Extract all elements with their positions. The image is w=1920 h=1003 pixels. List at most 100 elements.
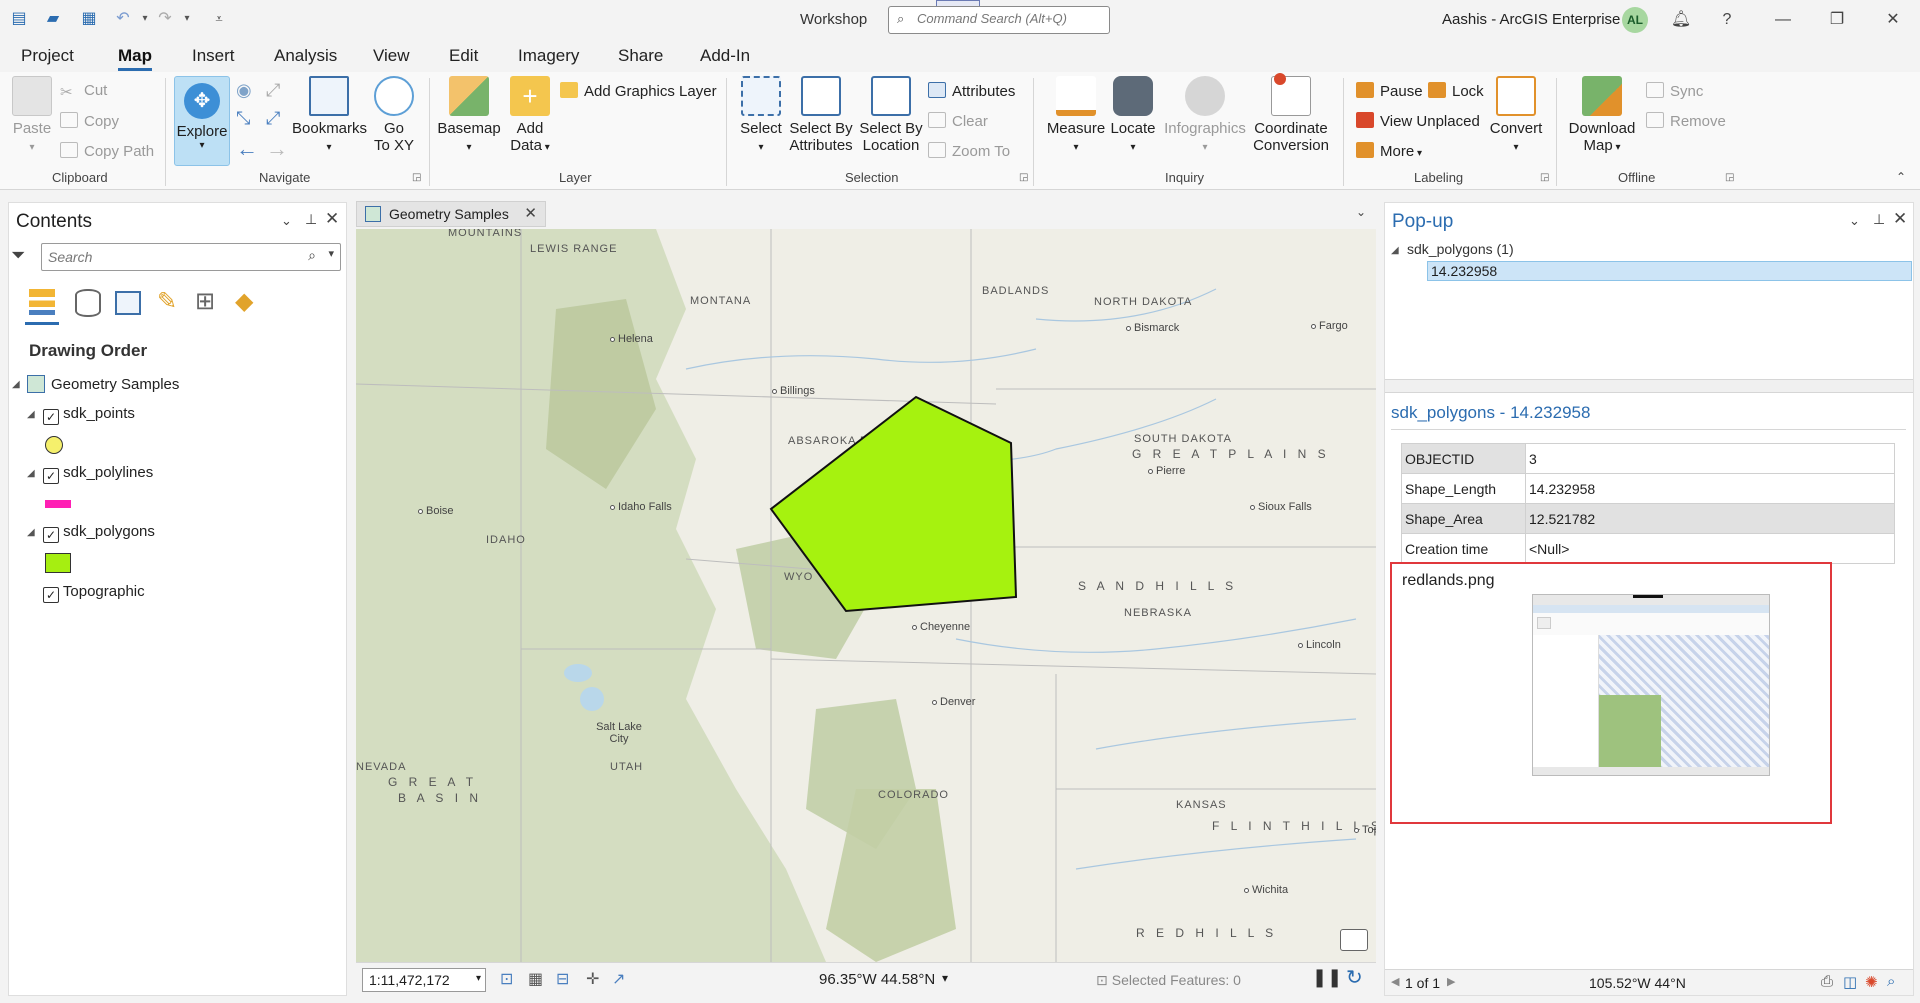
expand-map-icon[interactable]: ◢	[12, 379, 20, 390]
tab-project[interactable]: Project	[21, 46, 74, 66]
close-pane-icon[interactable]: ✕	[1893, 209, 1907, 229]
north-arrow-icon[interactable]: ↗	[612, 969, 625, 989]
add-data-button[interactable]: + Add Data ▾	[506, 76, 554, 156]
next-feature-icon[interactable]: ▶	[1447, 975, 1455, 988]
sync-button[interactable]: Sync	[1646, 82, 1703, 100]
undo-dropdown-icon[interactable]: ▾	[134, 8, 156, 30]
convert-button[interactable]: Convert ▾	[1488, 76, 1544, 156]
zoom-in-fixed-icon[interactable]: ⤡	[236, 108, 250, 129]
select-button[interactable]: Select ▾	[738, 76, 784, 156]
refresh-icon[interactable]: ↻	[1346, 965, 1363, 990]
list-by-source-icon[interactable]	[75, 289, 101, 317]
contents-search-input[interactable]: Search ⌕ ▾	[41, 243, 341, 271]
previous-feature-icon[interactable]: ◀	[1391, 975, 1399, 988]
view-unplaced-button[interactable]: View Unplaced	[1356, 112, 1480, 130]
polygons-symbol-icon[interactable]	[45, 553, 71, 573]
close-pane-icon[interactable]: ✕	[325, 209, 339, 229]
redo-dropdown-icon[interactable]: ▾	[176, 8, 198, 30]
explore-button[interactable]: ✥ Explore ▾	[174, 76, 230, 166]
bookmarks-button[interactable]: Bookmarks ▾	[292, 76, 367, 156]
list-by-editing-icon[interactable]: ✎	[157, 287, 177, 316]
tab-insert[interactable]: Insert	[192, 46, 235, 66]
map-overlay-icon[interactable]	[1340, 929, 1368, 951]
selection-launcher-icon[interactable]: ◲	[1019, 172, 1028, 183]
notifications-bell-icon[interactable]: 🔔︎	[1666, 8, 1696, 32]
expand-layer-icon[interactable]: ◢	[1391, 245, 1399, 256]
pause-labels-button[interactable]: Pause	[1356, 82, 1423, 100]
layer-row-sdk-polylines[interactable]: ✓ sdk_polylines	[43, 464, 153, 484]
avatar[interactable]: AL	[1622, 7, 1648, 33]
close-window-icon[interactable]: ✕	[1878, 8, 1908, 32]
coordinate-conversion-button[interactable]: Coordinate Conversion	[1252, 73, 1330, 154]
tab-share[interactable]: Share	[618, 46, 663, 66]
new-project-icon[interactable]: ▤	[8, 8, 30, 30]
zoom-to-selection-button[interactable]: Zoom To	[928, 142, 1010, 160]
points-symbol-icon[interactable]	[45, 436, 63, 454]
popup-feature-node[interactable]: 14.232958	[1427, 261, 1912, 281]
signed-in-user[interactable]: Aashis - ArcGIS Enterprise	[1442, 11, 1620, 28]
layer-row-topographic[interactable]: ✓ Topographic	[43, 583, 145, 603]
more-labeling-button[interactable]: More ▾	[1356, 142, 1422, 160]
help-icon[interactable]: ?	[1712, 8, 1742, 32]
expand-layer-icon[interactable]: ◢	[27, 468, 35, 479]
layer-checkbox[interactable]: ✓	[43, 409, 59, 425]
pane-options-icon[interactable]: ⌄	[281, 213, 292, 229]
layer-checkbox[interactable]: ✓	[43, 587, 59, 603]
command-search-input[interactable]: ⌕ Command Search (Alt+Q)	[888, 6, 1110, 34]
cut-button[interactable]: ✂ Cut	[60, 82, 107, 101]
popup-layer-node[interactable]: sdk_polygons (1)	[1407, 241, 1514, 257]
crosshair-icon[interactable]: ✛	[586, 969, 599, 989]
lock-labels-button[interactable]: Lock	[1428, 82, 1484, 100]
customize-toolbar-icon[interactable]: ⩡	[208, 8, 230, 30]
list-by-drawing-order-tab[interactable]	[25, 285, 59, 325]
layer-row-sdk-points[interactable]: ✓ sdk_points	[43, 405, 135, 425]
save-project-icon[interactable]: ▦	[78, 8, 100, 30]
minimize-icon[interactable]: —	[1768, 8, 1798, 32]
navigate-launcher-icon[interactable]: ◲	[412, 172, 421, 183]
map-scale-dropdown[interactable]: 1:11,472,172 ▾	[362, 968, 486, 992]
map-node[interactable]: Geometry Samples	[27, 375, 179, 393]
list-by-selection-icon[interactable]	[115, 291, 141, 315]
collapse-ribbon-icon[interactable]: ⌃	[1896, 170, 1906, 184]
tab-analysis[interactable]: Analysis	[274, 46, 337, 66]
tab-overflow-icon[interactable]: ⌄	[1356, 205, 1366, 219]
offline-launcher-icon[interactable]: ◲	[1725, 172, 1734, 183]
select-by-attributes-button[interactable]: Select By Attributes	[788, 76, 854, 154]
full-extent-icon[interactable]: ◉	[236, 80, 252, 101]
expand-layer-icon[interactable]: ◢	[27, 409, 35, 420]
zoom-out-fixed-icon[interactable]: ⤢	[266, 108, 280, 129]
undo-icon[interactable]: ↶	[112, 8, 134, 30]
grid-icon[interactable]: ▦	[528, 969, 543, 989]
tab-edit[interactable]: Edit	[449, 46, 478, 66]
fixed-zoom-icon[interactable]: ⤢	[266, 80, 280, 101]
pin-icon[interactable]: ⊥	[1873, 211, 1885, 228]
next-extent-icon[interactable]: →	[266, 136, 288, 162]
tab-view[interactable]: View	[373, 46, 410, 66]
clear-selection-button[interactable]: Clear	[928, 112, 988, 130]
tab-map[interactable]: Map	[118, 46, 152, 71]
open-project-icon[interactable]: ▰	[42, 8, 64, 30]
pan-to-icon[interactable]: ✺	[1865, 973, 1878, 991]
media-thumbnail-image[interactable]	[1532, 594, 1770, 776]
restore-icon[interactable]: ❐	[1822, 8, 1852, 32]
expand-layer-icon[interactable]: ◢	[27, 527, 35, 538]
measure-button[interactable]: Measure ▾	[1044, 76, 1108, 156]
selected-polygon-feature[interactable]	[769, 395, 1018, 613]
selected-features-count[interactable]: ⊡ Selected Features: 0	[1096, 972, 1241, 989]
select-by-location-button[interactable]: Select By Location	[858, 76, 924, 154]
list-by-snapping-icon[interactable]: ⊞	[195, 287, 215, 316]
fixed-scale-icon[interactable]: ⊡	[500, 969, 513, 989]
layer-checkbox[interactable]: ✓	[43, 527, 59, 543]
tab-add-in[interactable]: Add-In	[700, 46, 750, 66]
snapping-icon[interactable]: ⊟	[556, 969, 569, 989]
coordinate-format-chevron-icon[interactable]: ▾	[942, 971, 948, 985]
go-to-xy-button[interactable]: Go To XY	[372, 76, 416, 154]
download-map-button[interactable]: Download Map ▾	[1564, 76, 1640, 156]
locate-button[interactable]: Locate ▾	[1108, 76, 1158, 156]
map-tab[interactable]: Geometry Samples ✕	[356, 201, 546, 227]
popup-splitter[interactable]	[1385, 379, 1913, 393]
copy-path-button[interactable]: Copy Path	[60, 142, 154, 160]
polylines-symbol-icon[interactable]	[45, 500, 71, 508]
previous-extent-icon[interactable]: ←	[236, 136, 258, 162]
filter-icon[interactable]: ⏷	[11, 245, 25, 266]
